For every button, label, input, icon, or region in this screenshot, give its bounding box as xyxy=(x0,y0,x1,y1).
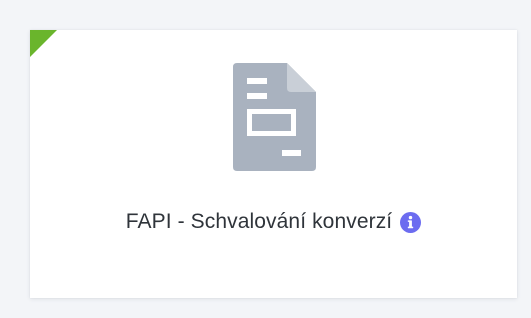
document-icon xyxy=(233,63,316,171)
status-corner-flag xyxy=(30,30,57,57)
card-title: FAPI - Schvalování konverzí xyxy=(125,210,393,233)
card-title-row: FAPI - Schvalování konverzí xyxy=(30,210,517,234)
fapi-conversion-approval-card[interactable]: FAPI - Schvalování konverzí xyxy=(30,30,517,298)
info-icon[interactable] xyxy=(400,211,422,233)
